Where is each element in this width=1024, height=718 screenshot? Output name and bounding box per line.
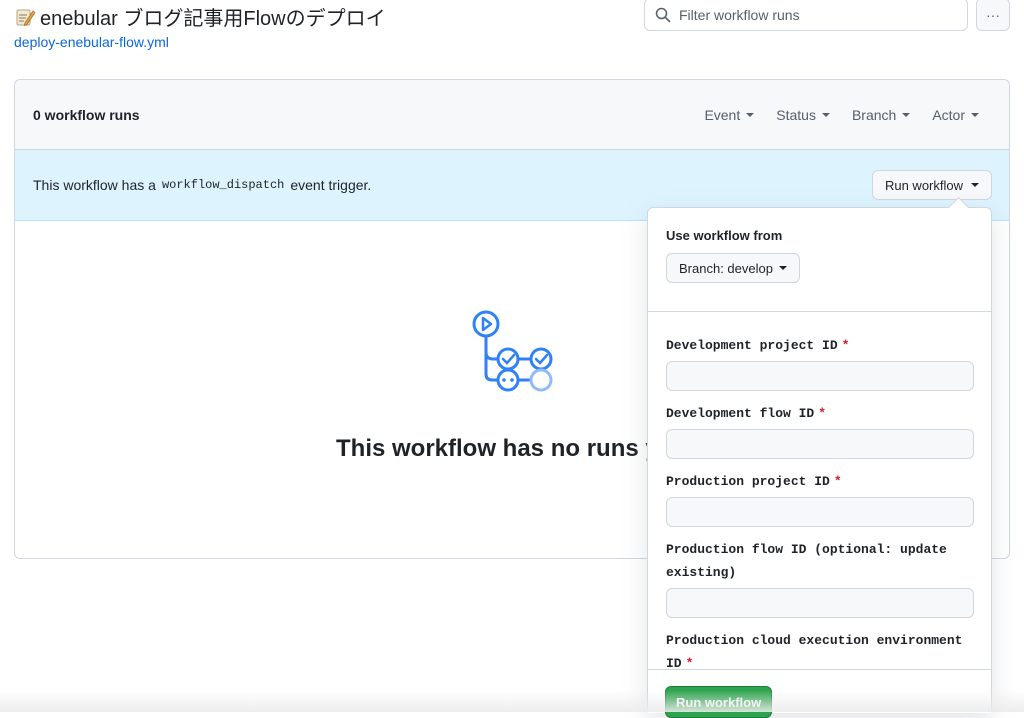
field-label-prod-flow-id: Production flow ID (optional: update exi… bbox=[666, 538, 973, 584]
run-workflow-popover: Use workflow from Branch: develop Develo… bbox=[647, 207, 992, 718]
title-row: enebular ブログ記事用Flowのデプロイ bbox=[14, 2, 386, 31]
workflow-file-link[interactable]: deploy-enebular-flow.yml bbox=[14, 34, 169, 50]
dispatch-code: workflow_dispatch bbox=[161, 178, 285, 192]
runs-header: 0 workflow runs Event Status Branch Acto… bbox=[15, 80, 1009, 150]
field-label-text: Development flow ID bbox=[666, 406, 815, 421]
popover-inputs: Development project ID * Development flow… bbox=[648, 312, 991, 669]
chevron-down-icon bbox=[821, 113, 830, 117]
dev-project-id-input[interactable] bbox=[666, 361, 974, 391]
required-marker: * bbox=[833, 474, 842, 489]
required-marker: * bbox=[818, 406, 827, 421]
field-label-prod-cloud-env-id: Production cloud execution environment I… bbox=[666, 629, 973, 669]
use-workflow-from-label: Use workflow from bbox=[666, 228, 783, 243]
chevron-down-icon bbox=[778, 266, 787, 270]
page-title: enebular ブログ記事用Flowのデプロイ bbox=[40, 8, 386, 30]
popover-branch-section: Use workflow from Branch: develop bbox=[648, 208, 991, 312]
field-label-text: Development project ID bbox=[666, 338, 838, 353]
field-label-dev-project-id: Development project ID * bbox=[666, 334, 973, 357]
kebab-icon: ··· bbox=[986, 6, 1000, 23]
filter-placeholder: Filter workflow runs bbox=[679, 6, 800, 23]
empty-state-title: This workflow has no runs y bbox=[336, 435, 659, 462]
workflow-graph-icon bbox=[472, 310, 553, 392]
dev-flow-id-input[interactable] bbox=[666, 429, 974, 459]
filter-branch-dropdown[interactable]: Branch bbox=[851, 107, 911, 123]
filter-actor-label: Actor bbox=[932, 107, 965, 123]
required-marker: * bbox=[841, 338, 850, 353]
run-workflow-submit-button[interactable]: Run workflow bbox=[665, 686, 773, 718]
branch-select-button[interactable]: Branch: develop bbox=[666, 253, 800, 283]
more-options-button[interactable]: ··· bbox=[976, 0, 1010, 31]
filter-runs-input[interactable]: Filter workflow runs bbox=[644, 0, 968, 31]
chevron-down-icon bbox=[971, 113, 979, 117]
field-label-text: Production flow ID (optional: update exi… bbox=[666, 542, 947, 580]
submit-label: Run workflow bbox=[676, 694, 762, 710]
field-label-prod-project-id: Production project ID * bbox=[666, 470, 973, 493]
dispatch-text-after: event trigger. bbox=[290, 177, 372, 193]
runs-count: 0 workflow runs bbox=[33, 106, 140, 123]
chevron-down-icon bbox=[902, 113, 911, 117]
chevron-down-icon bbox=[971, 183, 979, 187]
filter-actor-dropdown[interactable]: Actor bbox=[932, 107, 979, 123]
dispatch-text-before: This workflow has a bbox=[33, 177, 156, 193]
filter-branch-label: Branch bbox=[851, 107, 897, 123]
field-label-text: Production project ID bbox=[666, 474, 830, 489]
search-icon bbox=[655, 7, 671, 22]
filter-event-dropdown[interactable]: Event bbox=[704, 107, 755, 123]
page-header: enebular ブログ記事用Flowのデプロイ deploy-enebular… bbox=[14, 0, 1014, 60]
prod-flow-id-input[interactable] bbox=[666, 588, 974, 618]
memo-icon bbox=[16, 9, 36, 26]
filter-status-label: Status bbox=[776, 107, 816, 123]
branch-label: Branch: develop bbox=[679, 260, 773, 276]
chevron-down-icon bbox=[746, 113, 755, 117]
filter-event-label: Event bbox=[704, 107, 741, 123]
field-label-text: Production cloud execution environment I… bbox=[666, 633, 963, 669]
prod-project-id-input[interactable] bbox=[666, 497, 974, 527]
field-label-dev-flow-id: Development flow ID * bbox=[666, 402, 973, 425]
required-marker: * bbox=[685, 656, 694, 669]
run-workflow-dropdown-button[interactable]: Run workflow bbox=[871, 170, 992, 200]
popover-footer: Run workflow bbox=[648, 669, 991, 718]
runs-filters: Event Status Branch Actor bbox=[704, 80, 979, 150]
run-workflow-label: Run workflow bbox=[884, 177, 963, 193]
filter-status-dropdown[interactable]: Status bbox=[776, 107, 830, 123]
